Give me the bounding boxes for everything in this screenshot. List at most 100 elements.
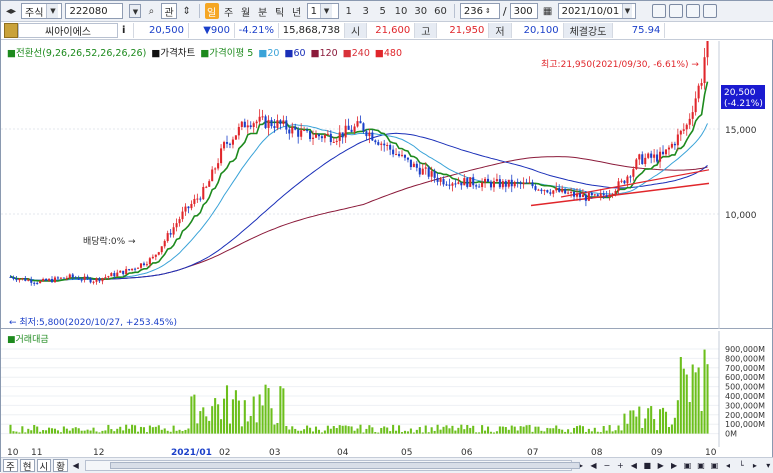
tool-icon[interactable]	[702, 4, 717, 18]
period-day-button[interactable]: 일	[204, 3, 219, 19]
last-icon[interactable]: ▶	[668, 460, 679, 472]
period-year-button[interactable]: 년	[290, 3, 304, 19]
tab-current[interactable]: 현	[19, 459, 35, 473]
interval-30-button[interactable]: 30	[412, 3, 429, 19]
candle-body	[442, 179, 445, 185]
candle-body	[237, 126, 240, 136]
candle-body	[86, 276, 89, 279]
stock-code-input[interactable]: 222080	[65, 3, 124, 19]
legend-item-ma60[interactable]: ■60	[284, 48, 306, 59]
legend-item-ma20[interactable]: ■20	[258, 48, 280, 59]
volume-bar	[374, 432, 377, 434]
volume-bar	[193, 394, 196, 434]
legend-item-ma120[interactable]: ■120	[311, 48, 339, 59]
interval-1-button[interactable]: 1	[342, 3, 356, 19]
period-tick-button[interactable]: 틱	[273, 3, 287, 19]
candle-body	[95, 278, 98, 282]
candle-body	[632, 169, 635, 177]
layout-icon[interactable]: ▣	[709, 460, 720, 472]
nav-arrows[interactable]: ◂▸	[4, 3, 18, 19]
candle-body	[74, 277, 77, 279]
next-icon[interactable]: ▶	[655, 460, 666, 472]
print-icon[interactable]	[651, 4, 666, 18]
total-count-input[interactable]: 300	[509, 3, 538, 19]
first-icon[interactable]: ◀	[588, 460, 599, 472]
stop-icon[interactable]: ■	[642, 460, 653, 472]
legend-item-price[interactable]: ■가격차트	[151, 48, 196, 59]
arrow-left-icon[interactable]: ◂	[722, 460, 733, 472]
candle-body	[311, 137, 315, 139]
save-icon[interactable]	[685, 4, 700, 18]
legend-item-ichimoku[interactable]: ■전환선(9,26,26,52,26,26,26)	[7, 48, 147, 59]
legend-item-ma480[interactable]: ■480	[375, 48, 403, 59]
stock-name[interactable]: 씨아이에스	[18, 23, 118, 38]
candle-body	[664, 149, 668, 155]
scroll-left-icon[interactable]: ◀	[70, 460, 81, 472]
candle-body	[617, 181, 620, 191]
interval-3-button[interactable]: 3	[359, 3, 373, 19]
date-picker[interactable]: 2021/10/01 ▼	[557, 3, 636, 19]
candle-body	[107, 276, 110, 278]
multiplier-select[interactable]: 1 ▼	[306, 3, 339, 19]
zoom-in-icon[interactable]: +	[615, 460, 626, 472]
volume-bar	[421, 432, 424, 434]
tab-status[interactable]: 황	[53, 459, 68, 473]
period-minute-button[interactable]: 분	[256, 3, 270, 19]
candle-body	[48, 279, 51, 281]
arrow-down-icon[interactable]: ▾	[763, 460, 773, 472]
display-count-stepper[interactable]: 236 ⇕	[459, 3, 500, 19]
candle-body	[561, 188, 564, 192]
zoom-out-icon[interactable]: −	[601, 460, 612, 472]
interval-10-button[interactable]: 10	[393, 3, 410, 19]
interval-5-button[interactable]: 5	[376, 3, 390, 19]
price-chart-panel[interactable]: 15,000 10,000 최고:21,950(2021/09/30, -6.61%…	[1, 27, 773, 329]
layout-icon[interactable]: ▣	[682, 460, 693, 472]
volume-bar	[326, 425, 329, 434]
period-week-button[interactable]: 주	[222, 3, 236, 19]
candle-body	[466, 178, 469, 187]
legend-item-ma240[interactable]: ■240	[343, 48, 371, 59]
candle-body	[534, 186, 537, 190]
x-axis-label: 02	[219, 448, 230, 457]
volume-bar	[77, 428, 80, 434]
period-month-button[interactable]: 월	[239, 3, 253, 19]
status-bar: 주 현 시 황 ◀ ▶ ◀ − + ◀ ■ ▶ ▶ ▣ ▣ ▣ ◂ └ ▸ ▾	[1, 457, 773, 473]
spin-icon[interactable]: ⇕	[180, 3, 194, 19]
market-type-select[interactable]: 주식 ▼	[21, 3, 63, 19]
interval-60-button[interactable]: 60	[432, 3, 449, 19]
scrollbar-thumb[interactable]	[110, 462, 581, 469]
volume-bar	[466, 424, 469, 434]
volume-bar	[626, 423, 629, 434]
calendar-config-icon[interactable]: ▦	[541, 3, 555, 19]
settings-icon[interactable]	[668, 4, 683, 18]
volume-bar	[700, 411, 703, 434]
volume-bar	[128, 428, 131, 434]
candle-body	[65, 277, 68, 279]
search-icon[interactable]: ⌕	[144, 3, 158, 19]
stock-flag-icon[interactable]	[4, 23, 18, 38]
layout-icon[interactable]: ▣	[695, 460, 706, 472]
x-axis-label: 04	[337, 448, 349, 457]
volume-bar	[276, 422, 279, 434]
code-dropdown-icon[interactable]: ▼	[129, 4, 142, 18]
chart-scrollbar[interactable]	[85, 460, 581, 471]
info-button[interactable]: i	[118, 23, 134, 38]
price-chart-svg: 15,000 10,000 최고:21,950(2021/09/30, -6.61%…	[1, 27, 765, 329]
candle-body	[498, 179, 501, 188]
tab-market[interactable]: 시	[36, 459, 52, 473]
candle-body	[685, 124, 688, 130]
chevron-down-icon: ▼	[622, 4, 632, 18]
lookup-button[interactable]: 관	[161, 3, 177, 19]
legend-item-ma5[interactable]: ■가격이평 5	[200, 48, 254, 59]
candle-body	[160, 246, 163, 253]
candle-body	[676, 134, 679, 146]
candle-body	[522, 182, 525, 185]
expand-icon[interactable]: └	[736, 460, 747, 472]
tab-stock[interactable]: 주	[3, 459, 18, 473]
candle-body	[225, 142, 229, 144]
arrow-right-icon[interactable]: ▸	[749, 460, 760, 472]
volume-chart-panel[interactable]: ■거래대금 900,000M 800,000M 700,000M 600,000M 500…	[1, 331, 773, 447]
candle-body	[303, 130, 306, 132]
prev-icon[interactable]: ◀	[628, 460, 639, 472]
candle-body	[531, 182, 534, 187]
